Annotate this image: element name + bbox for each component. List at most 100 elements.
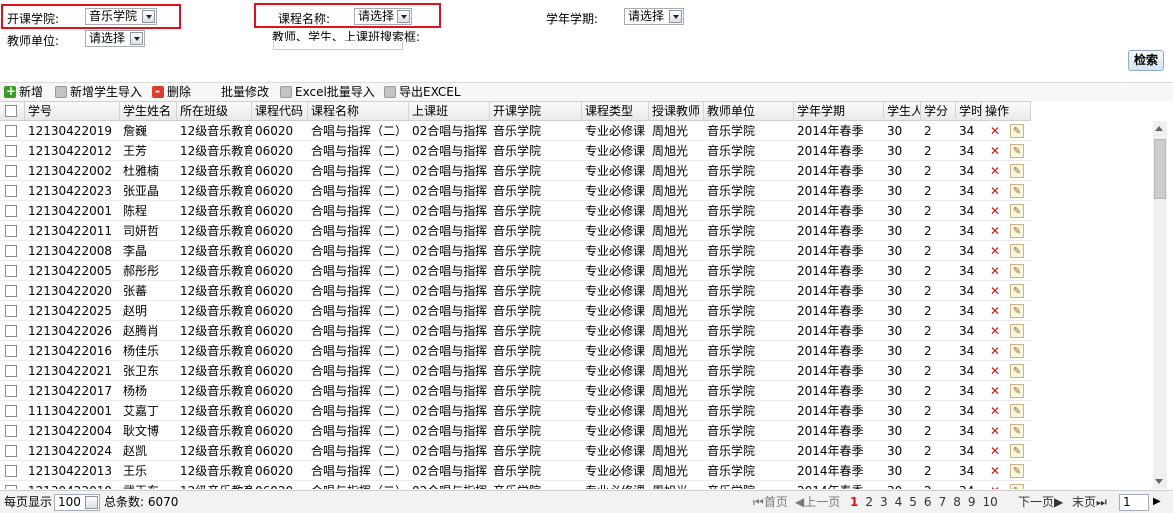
edit-row-icon[interactable]: ✎ bbox=[1010, 364, 1024, 378]
row-checkbox[interactable] bbox=[5, 485, 17, 489]
scroll-thumb[interactable] bbox=[1154, 139, 1166, 199]
edit-row-icon[interactable]: ✎ bbox=[1010, 464, 1024, 478]
row-checkbox[interactable] bbox=[5, 365, 17, 377]
row-checkbox[interactable] bbox=[5, 185, 17, 197]
teacher-unit-select[interactable]: 请选择 bbox=[85, 30, 145, 47]
delete-row-icon[interactable]: ✕ bbox=[988, 364, 1002, 378]
excel-import-button[interactable]: Excel批量导入 bbox=[280, 84, 375, 100]
column-header[interactable]: 课程名称 bbox=[308, 102, 409, 121]
column-header[interactable]: 学年学期 bbox=[794, 102, 884, 121]
delete-row-icon[interactable]: ✕ bbox=[988, 324, 1002, 338]
delete-row-icon[interactable]: ✕ bbox=[988, 344, 1002, 358]
table-row[interactable]: 12130422023 张亚晶 12级音乐教育 06020 合唱与指挥（二） 02合唱与指… bbox=[0, 181, 1031, 201]
batch-edit-button[interactable]: 批量修改 bbox=[221, 84, 269, 100]
delete-row-icon[interactable]: ✕ bbox=[988, 164, 1002, 178]
column-header[interactable]: 授课教师 bbox=[649, 102, 704, 121]
row-checkbox[interactable] bbox=[5, 165, 17, 177]
edit-row-icon[interactable]: ✎ bbox=[1010, 264, 1024, 278]
delete-row-icon[interactable]: ✕ bbox=[988, 444, 1002, 458]
table-row[interactable]: 12130422013 王乐 12级音乐教育 06020 合唱与指挥（二） 02合唱与指挥… bbox=[0, 461, 1031, 481]
table-row[interactable]: 12130422026 赵腾肖 12级音乐教育 06020 合唱与指挥（二） 02合唱与指… bbox=[0, 321, 1031, 341]
scroll-up-icon[interactable] bbox=[1155, 126, 1163, 131]
table-row[interactable]: 12130422012 王芳 12级音乐教育 06020 合唱与指挥（二） 02合唱与指挥… bbox=[0, 141, 1031, 161]
row-checkbox[interactable] bbox=[5, 285, 17, 297]
page-number-input[interactable]: 1 bbox=[1119, 494, 1149, 511]
delete-row-icon[interactable]: ✕ bbox=[988, 264, 1002, 278]
table-row[interactable]: 12130422020 张蕃 12级音乐教育 06020 合唱与指挥（二） 02合唱与指挥… bbox=[0, 281, 1031, 301]
table-row[interactable]: 12130422005 郝彤彤 12级音乐教育 06020 合唱与指挥（二） 02合唱与指… bbox=[0, 261, 1031, 281]
page-link[interactable]: 4 bbox=[895, 495, 903, 509]
import-students-button[interactable]: 新增学生导入 bbox=[55, 84, 142, 100]
delete-row-icon[interactable]: ✕ bbox=[988, 484, 1002, 489]
table-row[interactable]: 12130422017 杨杨 12级音乐教育 06020 合唱与指挥（二） 02合唱与指挥… bbox=[0, 381, 1031, 401]
edit-row-icon[interactable]: ✎ bbox=[1010, 204, 1024, 218]
row-checkbox[interactable] bbox=[5, 145, 17, 157]
edit-row-icon[interactable]: ✎ bbox=[1010, 304, 1024, 318]
table-row[interactable]: 12130422004 耿文博 12级音乐教育 06020 合唱与指挥（二） 02合唱与指… bbox=[0, 421, 1031, 441]
edit-row-icon[interactable]: ✎ bbox=[1010, 164, 1024, 178]
page-link[interactable]: 9 bbox=[968, 495, 976, 509]
row-checkbox[interactable] bbox=[5, 405, 17, 417]
delete-row-icon[interactable]: ✕ bbox=[988, 124, 1002, 138]
column-header[interactable]: 开课学院 bbox=[490, 102, 582, 121]
row-checkbox[interactable] bbox=[5, 305, 17, 317]
column-header[interactable]: 上课班 bbox=[409, 102, 490, 121]
column-header[interactable]: 学号 bbox=[25, 102, 120, 121]
edit-row-icon[interactable]: ✎ bbox=[1010, 444, 1024, 458]
delete-row-icon[interactable]: ✕ bbox=[988, 244, 1002, 258]
delete-row-icon[interactable]: ✕ bbox=[988, 404, 1002, 418]
last-page-button[interactable]: 末页⏭ bbox=[1072, 494, 1107, 510]
column-header[interactable]: 课程代码 bbox=[252, 102, 308, 121]
page-link[interactable]: 6 bbox=[924, 495, 932, 509]
page-link[interactable]: 8 bbox=[953, 495, 961, 509]
go-page-icon[interactable]: ▶ bbox=[1153, 494, 1161, 510]
delete-row-icon[interactable]: ✕ bbox=[988, 184, 1002, 198]
row-checkbox[interactable] bbox=[5, 265, 17, 277]
page-link[interactable]: 3 bbox=[880, 495, 888, 509]
delete-button[interactable]: 删除 bbox=[152, 83, 191, 100]
column-header[interactable]: 课程类型 bbox=[582, 102, 649, 121]
column-header[interactable]: 学生姓名 bbox=[120, 102, 177, 121]
page-link[interactable]: 7 bbox=[939, 495, 947, 509]
first-page-button[interactable]: ⏮首页 bbox=[753, 494, 788, 510]
table-row[interactable]: 12130422025 赵明 12级音乐教育 06020 合唱与指挥（二） 02合唱与指挥… bbox=[0, 301, 1031, 321]
college-select[interactable]: 音乐学院 bbox=[85, 8, 157, 25]
table-row[interactable]: 12130422001 陈程 12级音乐教育 06020 合唱与指挥（二） 02合唱与指挥… bbox=[0, 201, 1031, 221]
row-checkbox[interactable] bbox=[5, 385, 17, 397]
edit-row-icon[interactable]: ✎ bbox=[1010, 404, 1024, 418]
edit-row-icon[interactable]: ✎ bbox=[1010, 244, 1024, 258]
page-link[interactable]: 10 bbox=[982, 495, 997, 509]
table-row[interactable]: 11130422001 艾嘉丁 12级音乐教育 06020 合唱与指挥（二） 02合唱与指… bbox=[0, 401, 1031, 421]
delete-row-icon[interactable]: ✕ bbox=[988, 464, 1002, 478]
row-checkbox[interactable] bbox=[5, 225, 17, 237]
column-header[interactable]: 学分 bbox=[921, 102, 956, 121]
edit-row-icon[interactable]: ✎ bbox=[1010, 124, 1024, 138]
page-link[interactable]: 5 bbox=[909, 495, 917, 509]
edit-row-icon[interactable]: ✎ bbox=[1010, 384, 1024, 398]
row-checkbox[interactable] bbox=[5, 245, 17, 257]
row-checkbox[interactable] bbox=[5, 345, 17, 357]
column-header[interactable]: 所在班级 bbox=[177, 102, 252, 121]
page-link[interactable]: 1 bbox=[850, 495, 858, 509]
edit-row-icon[interactable]: ✎ bbox=[1010, 284, 1024, 298]
delete-row-icon[interactable]: ✕ bbox=[988, 424, 1002, 438]
edit-row-icon[interactable]: ✎ bbox=[1010, 424, 1024, 438]
table-row[interactable]: 12130422008 李晶 12级音乐教育 06020 合唱与指挥（二） 02合唱与指挥… bbox=[0, 241, 1031, 261]
page-link[interactable]: 2 bbox=[865, 495, 873, 509]
delete-row-icon[interactable]: ✕ bbox=[988, 144, 1002, 158]
search-input[interactable] bbox=[273, 41, 403, 50]
table-row[interactable]: 12130422002 杜雅楠 12级音乐教育 06020 合唱与指挥（二） 02合唱与指… bbox=[0, 161, 1031, 181]
next-page-button[interactable]: 下一页▶ bbox=[1018, 494, 1063, 510]
table-row[interactable]: 12130422011 司妍哲 12级音乐教育 06020 合唱与指挥（二） 02合唱与指… bbox=[0, 221, 1031, 241]
add-button[interactable]: 新增 bbox=[4, 83, 43, 100]
column-header[interactable]: 学生人 bbox=[884, 102, 921, 121]
table-row[interactable]: 12130422019 詹巍 12级音乐教育 06020 合唱与指挥（二） 02合唱与指挥… bbox=[0, 121, 1031, 141]
vertical-scrollbar[interactable] bbox=[1153, 121, 1167, 489]
row-checkbox[interactable] bbox=[5, 445, 17, 457]
edit-row-icon[interactable]: ✎ bbox=[1010, 184, 1024, 198]
term-select[interactable]: 请选择 bbox=[624, 8, 684, 25]
export-excel-button[interactable]: 导出EXCEL bbox=[384, 84, 461, 100]
table-row[interactable]: 12130422024 赵凯 12级音乐教育 06020 合唱与指挥（二） 02合唱与指挥… bbox=[0, 441, 1031, 461]
row-checkbox[interactable] bbox=[5, 425, 17, 437]
row-checkbox[interactable] bbox=[5, 325, 17, 337]
